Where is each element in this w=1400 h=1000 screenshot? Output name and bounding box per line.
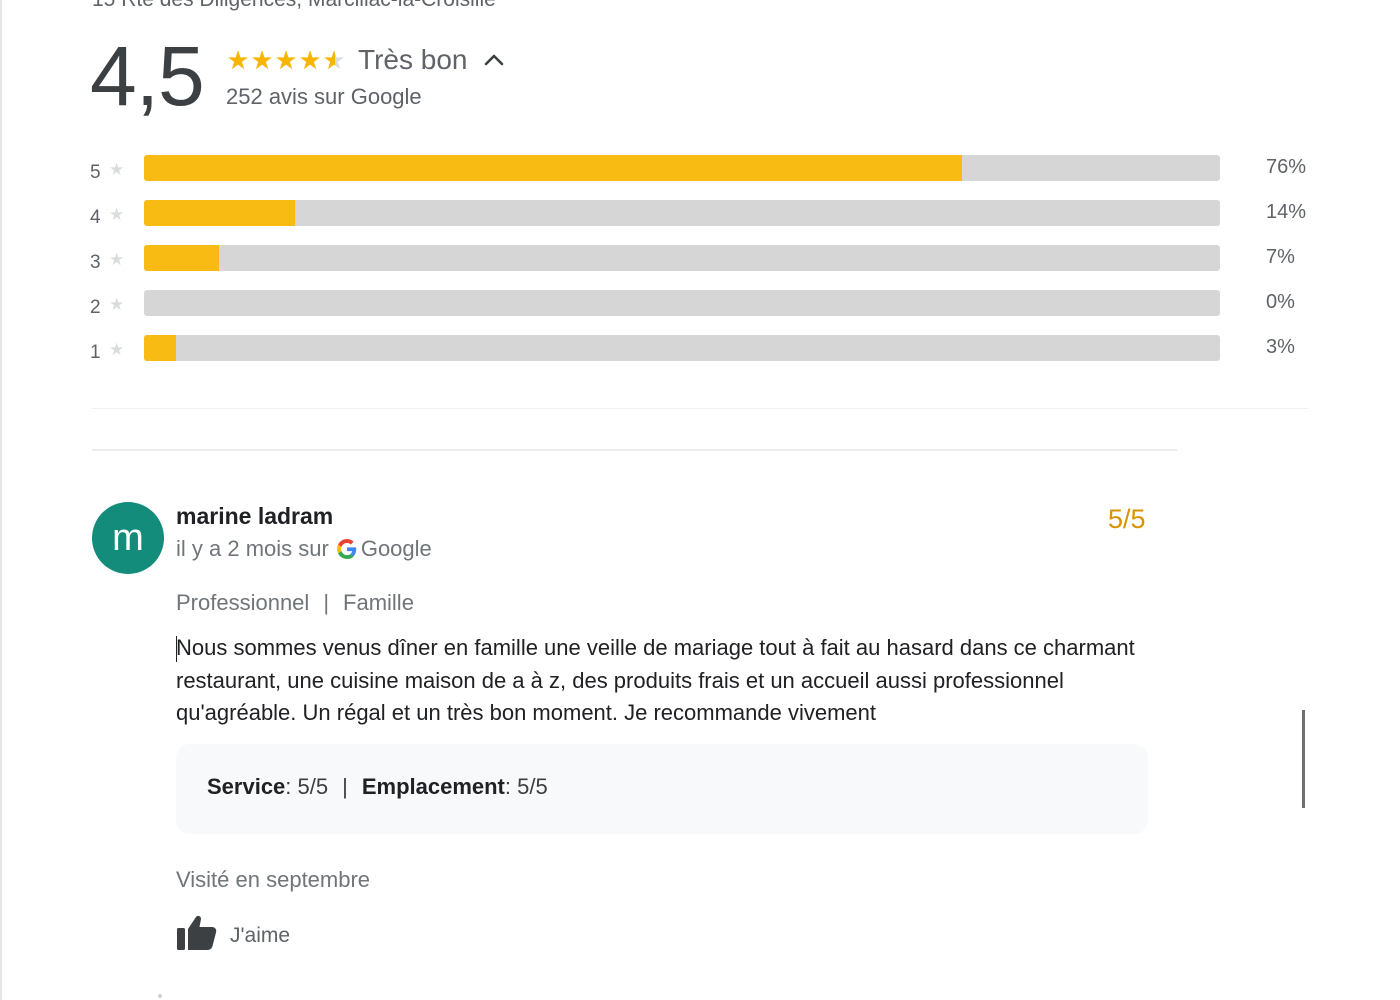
average-score: 4,5: [90, 29, 205, 123]
half-star-icon: ★: [322, 45, 346, 75]
divider: [92, 449, 1177, 451]
subrating-value: : 5/5: [285, 774, 329, 799]
google-g-icon: [336, 539, 357, 559]
distribution-bar-fill: [144, 245, 220, 271]
star-icon: ★: [109, 250, 125, 269]
rating-label: Très bon: [358, 44, 468, 75]
review-tag: Professionnel: [176, 590, 310, 615]
review-meta: il y a 2 mois sur Google: [176, 536, 432, 562]
subrating-label: Emplacement: [361, 774, 505, 799]
review-text: Nous sommes venus dîner en famille une v…: [176, 635, 1135, 725]
distribution-bar: [144, 245, 1220, 271]
star-icon: ★: [109, 160, 125, 179]
visit-date: Visité en septembre: [176, 867, 371, 892]
like-label: J'aime: [230, 923, 291, 947]
distribution-bar: [144, 290, 1220, 316]
thumbs-up-icon: [176, 914, 218, 957]
star-icon: ★: [109, 340, 125, 359]
distribution-bar-fill: [144, 155, 962, 181]
chevron-up-icon[interactable]: [481, 47, 507, 73]
tag-separator: |: [323, 590, 330, 615]
distribution-row: 5 ★ 76%: [90, 152, 1320, 197]
distribution-percent: 3%: [1266, 336, 1295, 358]
distribution-stars: 5: [90, 162, 101, 183]
distribution-row: 4 ★ 14%: [90, 197, 1320, 242]
divider: [92, 408, 1308, 409]
star-icon: ★: [250, 45, 274, 75]
scrollbar[interactable]: [1302, 710, 1305, 808]
avatar[interactable]: m: [92, 502, 164, 574]
distribution-row: 1 ★ 3%: [90, 332, 1320, 377]
review-time: il y a 2 mois sur: [176, 536, 329, 561]
distribution-row: 2 ★ 0%: [90, 287, 1320, 332]
review-source: Google: [360, 536, 432, 561]
star-icon: ★: [274, 45, 298, 75]
distribution-row: 3 ★ 7%: [90, 242, 1320, 287]
distribution-percent: 7%: [1266, 246, 1295, 268]
star-icon: ★: [226, 45, 250, 75]
distribution-bar: [144, 155, 1220, 181]
text-cursor: [176, 636, 177, 662]
distribution-bar: [144, 335, 1220, 361]
subratings-box: Service : 5/5 | Emplacement : 5/5: [176, 744, 1148, 834]
distribution-stars: 1: [90, 342, 101, 363]
star-icon: ★: [109, 295, 125, 314]
distribution-bar: [144, 200, 1220, 226]
rating-summary: ★ ★ ★ ★ ★ Très bon: [226, 44, 507, 76]
subrating-value: : 5/5: [504, 774, 548, 799]
distribution-stars: 3: [90, 252, 101, 273]
subratings: Service : 5/5 | Emplacement : 5/5: [207, 774, 548, 800]
distribution-stars: 4: [90, 207, 101, 228]
page-edge: [0, 0, 2, 1000]
like-button[interactable]: J'aime: [176, 914, 290, 957]
subrating-label: Service: [207, 774, 286, 799]
subrating-separator: |: [342, 774, 348, 799]
review-tag: Famille: [343, 590, 414, 615]
star-icon: ★: [109, 205, 125, 224]
distribution-percent: 14%: [1266, 201, 1307, 223]
star-rating: ★ ★ ★ ★ ★: [226, 47, 346, 73]
star-icon: ★: [298, 45, 322, 75]
distribution-stars: 2: [90, 297, 101, 318]
distribution-bar-fill: [144, 200, 295, 226]
review-author[interactable]: marine ladram: [176, 503, 333, 530]
distribution-percent: 0%: [1266, 291, 1295, 313]
distribution-percent: 76%: [1266, 156, 1307, 178]
place-address: 15 Rte des Diligences, Marcillac-la-Croi…: [92, 0, 496, 12]
review-score: 5/5: [1108, 504, 1146, 534]
review-tags: Professionnel | Famille: [176, 590, 414, 616]
divider-dot: [158, 994, 162, 998]
review-count: 252 avis sur Google: [226, 84, 422, 109]
rating-distribution: 5 ★ 76% 4 ★ 14% 3 ★ 7% 2 ★ 0% 1 ★ 3%: [90, 152, 1320, 377]
distribution-bar-fill: [144, 335, 177, 361]
